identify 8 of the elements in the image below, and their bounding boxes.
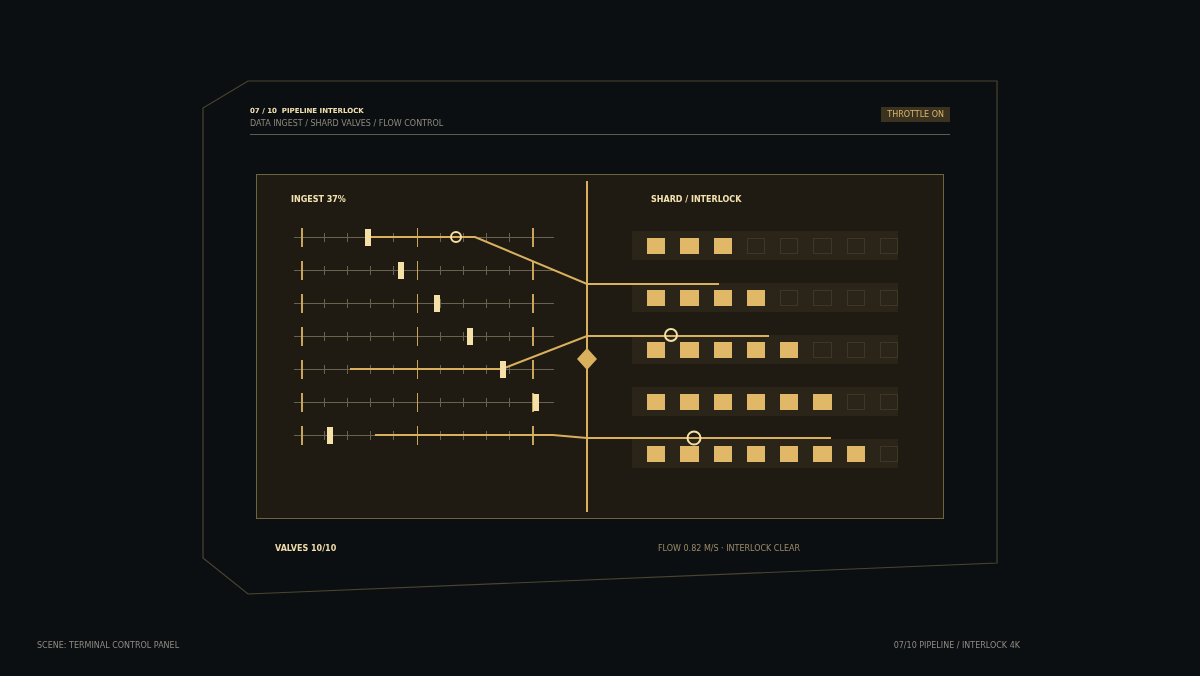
scene-caption: SCENE: TERMINAL CONTROL PANEL [37,641,180,650]
shard-label: SHARD / INTERLOCK [651,195,743,205]
valve-count: VALVES 10/10 [275,544,337,553]
status-badge: THROTTLE ON [881,107,950,122]
subtitle: DATA INGEST / SHARD VALVES / FLOW CONTROL [250,119,444,128]
flow-status: FLOW 0.82 M/S · INTERLOCK CLEAR [658,544,800,553]
ingest-label: INGEST 37% [291,195,347,205]
slide-caption: 07/10 PIPELINE / INTERLOCK 4K [893,641,1020,650]
